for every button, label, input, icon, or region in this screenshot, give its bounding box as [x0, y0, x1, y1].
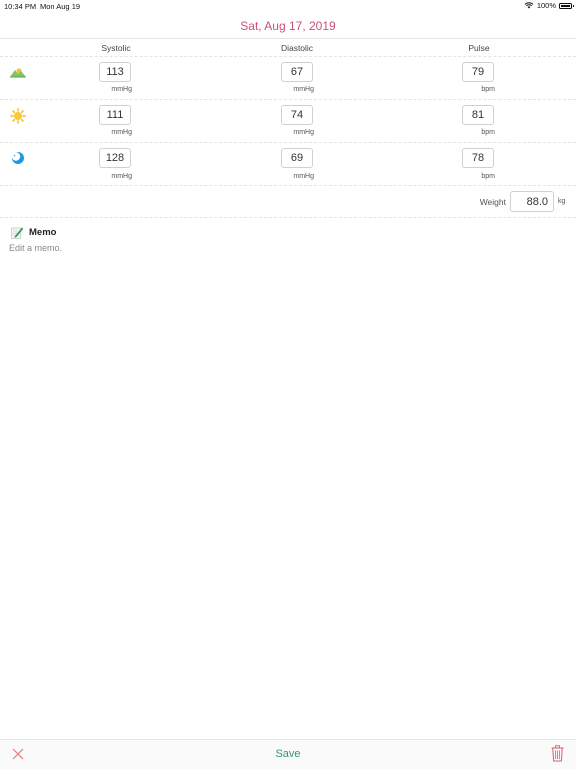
mountain-sunrise-icon[interactable] — [10, 64, 26, 80]
systolic-unit: mmHg — [92, 173, 132, 180]
divider — [0, 185, 576, 186]
save-button-wrap: Save — [0, 748, 576, 760]
weight-label: Weight — [470, 197, 506, 207]
memo-input[interactable]: Edit a memo. — [9, 243, 62, 253]
systolic-unit: mmHg — [92, 86, 132, 93]
pencil-note-icon — [11, 226, 24, 239]
diastolic-unit: mmHg — [274, 129, 314, 136]
close-icon[interactable] — [12, 748, 24, 760]
divider — [0, 38, 576, 39]
status-time: 10:34 PM — [4, 2, 36, 11]
wifi-icon — [524, 2, 534, 9]
divider — [0, 217, 576, 218]
save-button[interactable]: Save — [275, 748, 300, 760]
diastolic-input[interactable]: 69 — [281, 148, 313, 168]
column-header-diastolic: Diastolic — [257, 43, 337, 53]
status-right: 100% — [524, 1, 572, 10]
trash-icon[interactable] — [551, 745, 564, 762]
diastolic-unit: mmHg — [274, 173, 314, 180]
battery-icon — [559, 3, 572, 9]
battery-percent: 100% — [537, 1, 556, 10]
pulse-unit: bpm — [455, 86, 495, 93]
pulse-unit: bpm — [455, 173, 495, 180]
weight-input[interactable]: 88.0 — [510, 191, 554, 212]
bottom-toolbar: Save — [0, 739, 576, 769]
divider — [0, 142, 576, 143]
weight-unit: kg — [558, 198, 565, 205]
systolic-input[interactable]: 128 — [99, 148, 131, 168]
diastolic-input[interactable]: 74 — [281, 105, 313, 125]
status-bar: 10:34 PM Mon Aug 19 100% — [0, 0, 576, 12]
pulse-input[interactable]: 79 — [462, 62, 494, 82]
sun-icon[interactable] — [10, 108, 26, 124]
systolic-input[interactable]: 113 — [99, 62, 131, 82]
diastolic-unit: mmHg — [274, 86, 314, 93]
systolic-input[interactable]: 111 — [99, 105, 131, 125]
memo-header: Memo — [11, 226, 56, 239]
page-title[interactable]: Sat, Aug 17, 2019 — [0, 19, 576, 33]
column-header-pulse: Pulse — [439, 43, 519, 53]
divider — [0, 56, 576, 57]
divider — [0, 99, 576, 100]
moon-icon[interactable] — [10, 151, 26, 167]
column-header-systolic: Systolic — [76, 43, 156, 53]
pulse-unit: bpm — [455, 129, 495, 136]
diastolic-input[interactable]: 67 — [281, 62, 313, 82]
pulse-input[interactable]: 81 — [462, 105, 494, 125]
systolic-unit: mmHg — [92, 129, 132, 136]
pulse-input[interactable]: 78 — [462, 148, 494, 168]
memo-title: Memo — [29, 227, 56, 238]
status-date: Mon Aug 19 — [40, 2, 80, 11]
